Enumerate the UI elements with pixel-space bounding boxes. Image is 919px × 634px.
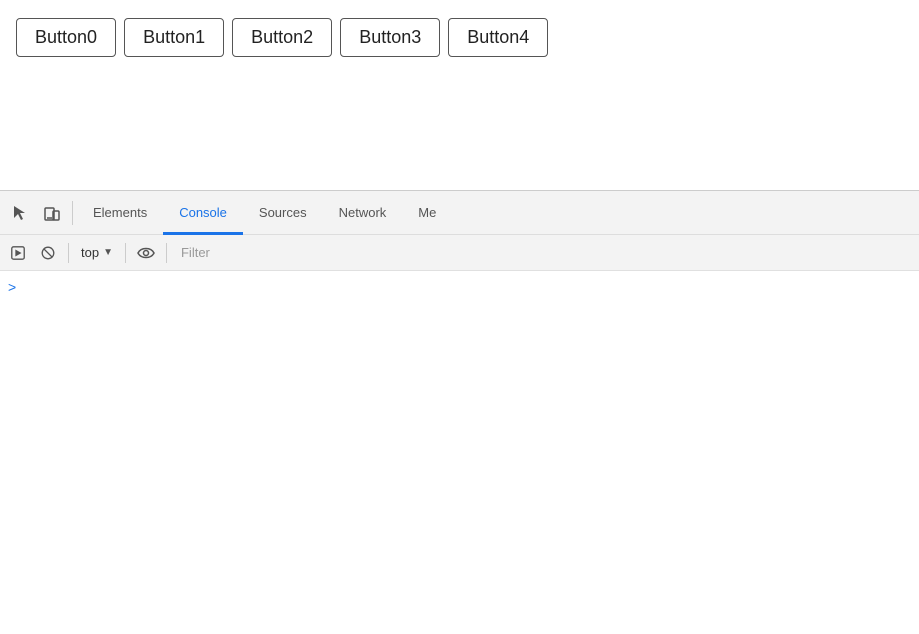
console-output[interactable]: >: [0, 271, 919, 634]
tab-sources[interactable]: Sources: [243, 191, 323, 235]
console-divider-2: [125, 243, 126, 263]
cursor-icon: [11, 204, 29, 222]
context-label: top: [81, 245, 99, 260]
run-script-button[interactable]: [4, 239, 32, 267]
tab-elements[interactable]: Elements: [77, 191, 163, 235]
inspect-element-button[interactable]: [4, 197, 36, 229]
block-icon: [40, 245, 56, 261]
eye-icon: [137, 244, 155, 262]
console-divider-3: [166, 243, 167, 263]
prompt-symbol: >: [8, 279, 16, 295]
tab-console[interactable]: Console: [163, 191, 243, 235]
device-icon: [43, 204, 61, 222]
page-button-3[interactable]: Button3: [340, 18, 440, 57]
live-expressions-button[interactable]: [132, 239, 160, 267]
page-content: Button0 Button1 Button2 Button3 Button4: [0, 0, 919, 190]
tab-divider-left: [72, 201, 73, 225]
clear-console-button[interactable]: [34, 239, 62, 267]
console-divider: [68, 243, 69, 263]
context-selector[interactable]: top ▼: [75, 242, 119, 263]
devtools-tabs-row: Elements Console Sources Network Me: [0, 191, 919, 235]
filter-input[interactable]: [173, 241, 915, 264]
tab-more[interactable]: Me: [402, 191, 452, 235]
play-icon: [10, 245, 26, 261]
page-button-0[interactable]: Button0: [16, 18, 116, 57]
console-toolbar: top ▼: [0, 235, 919, 271]
context-dropdown-arrow: ▼: [103, 247, 113, 258]
devtools-panel: Elements Console Sources Network Me: [0, 190, 919, 634]
page-button-4[interactable]: Button4: [448, 18, 548, 57]
page-button-1[interactable]: Button1: [124, 18, 224, 57]
page-button-2[interactable]: Button2: [232, 18, 332, 57]
tab-network[interactable]: Network: [323, 191, 403, 235]
console-prompt[interactable]: >: [0, 275, 919, 299]
device-toggle-button[interactable]: [36, 197, 68, 229]
